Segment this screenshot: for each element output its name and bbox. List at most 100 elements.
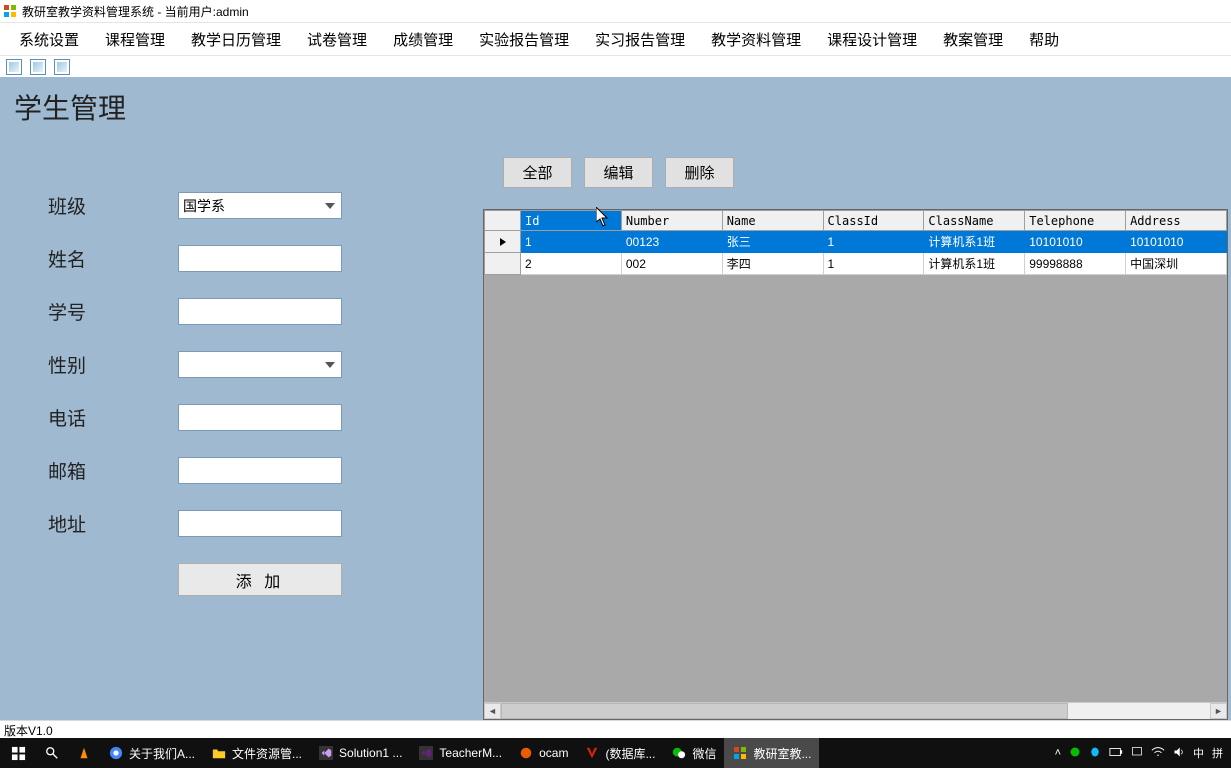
app-icon [732, 745, 748, 761]
address-input[interactable] [178, 510, 342, 537]
vlc-icon [76, 745, 92, 761]
row-pointer-icon [500, 238, 506, 246]
tray-volume-icon[interactable] [1173, 746, 1185, 761]
label-email: 邮箱 [48, 457, 178, 484]
scroll-thumb[interactable] [501, 703, 1068, 719]
cell-classid[interactable]: 1 [823, 231, 924, 253]
taskbar-vlc[interactable] [68, 738, 100, 768]
cell-telephone[interactable]: 10101010 [1025, 231, 1126, 253]
cell-address[interactable]: 10101010 [1126, 231, 1227, 253]
cell-number[interactable]: 00123 [621, 231, 722, 253]
cell-name[interactable]: 李四 [722, 253, 823, 275]
start-button[interactable] [0, 738, 36, 768]
col-classname[interactable]: ClassName [924, 211, 1025, 231]
name-input[interactable] [178, 245, 342, 272]
grid-corner[interactable] [485, 211, 521, 231]
ocam-icon [518, 745, 534, 761]
menu-help[interactable]: 帮助 [1016, 23, 1072, 55]
cell-classname[interactable]: 计算机系1班 [924, 231, 1025, 253]
taskbar: 关于我们A... 文件资源管... Solution1 ... TeacherM… [0, 738, 1231, 768]
scroll-track[interactable] [501, 703, 1210, 719]
cell-classid[interactable]: 1 [823, 253, 924, 275]
menu-course-design[interactable]: 课程设计管理 [814, 23, 930, 55]
tray-battery-icon[interactable] [1109, 747, 1123, 760]
menu-course-management[interactable]: 课程管理 [92, 23, 178, 55]
col-name[interactable]: Name [722, 211, 823, 231]
toolbar-icon-3[interactable] [54, 59, 70, 75]
label-sno: 学号 [48, 298, 178, 325]
status-version: 版本V1.0 [4, 724, 53, 738]
taskbar-wechat[interactable]: 微信 [663, 738, 724, 768]
taskbar-search[interactable] [36, 738, 68, 768]
row-indicator [485, 231, 521, 253]
all-button[interactable]: 全部 [503, 157, 572, 188]
table-row[interactable]: 1 00123 张三 1 计算机系1班 10101010 10101010 [485, 231, 1227, 253]
horizontal-scrollbar[interactable]: ◄ ► [484, 702, 1227, 719]
taskbar-current-app[interactable]: 教研室教... [724, 738, 819, 768]
right-panel: 全部 编辑 删除 Id Number Name ClassId Class [483, 136, 1231, 720]
scroll-left-arrow[interactable]: ◄ [484, 703, 501, 719]
taskbar-explorer[interactable]: 文件资源管... [203, 738, 310, 768]
phone-input[interactable] [178, 404, 342, 431]
menu-internship-report[interactable]: 实习报告管理 [582, 23, 698, 55]
chrome-icon [108, 745, 124, 761]
edit-button[interactable]: 编辑 [584, 157, 653, 188]
cell-address[interactable]: 中国深圳 [1126, 253, 1227, 275]
icon-toolbar [0, 55, 1231, 77]
window-titlebar: 教研室教学资料管理系统 - 当前用户:admin [0, 0, 1231, 22]
gender-select[interactable] [178, 351, 342, 378]
scroll-right-arrow[interactable]: ► [1210, 703, 1227, 719]
tray-wifi-icon[interactable] [1151, 746, 1165, 761]
toolbar-icon-1[interactable] [6, 59, 22, 75]
cell-telephone[interactable]: 99998888 [1025, 253, 1126, 275]
col-id[interactable]: Id [521, 211, 622, 231]
tray-ime-mode[interactable]: 拼 [1212, 745, 1223, 761]
menu-teaching-material[interactable]: 教学资料管理 [698, 23, 814, 55]
cell-name[interactable]: 张三 [722, 231, 823, 253]
col-classid[interactable]: ClassId [823, 211, 924, 231]
tray-ime-lang[interactable]: 中 [1193, 745, 1204, 761]
row-indicator [485, 253, 521, 275]
cell-id[interactable]: 1 [521, 231, 622, 253]
cell-number[interactable]: 002 [621, 253, 722, 275]
tray-qq-icon[interactable] [1089, 746, 1101, 761]
email-input[interactable] [178, 457, 342, 484]
taskbar-chrome[interactable]: 关于我们A... [100, 738, 203, 768]
menu-grade-management[interactable]: 成绩管理 [380, 23, 466, 55]
taskbar-ocam[interactable]: ocam [510, 738, 576, 768]
col-number[interactable]: Number [621, 211, 722, 231]
label-address: 地址 [48, 510, 178, 537]
cell-classname[interactable]: 计算机系1班 [924, 253, 1025, 275]
window-title: 教研室教学资料管理系统 - 当前用户:admin [22, 3, 249, 20]
taskbar-vs1[interactable]: Solution1 ... [310, 738, 410, 768]
delete-button[interactable]: 删除 [665, 157, 734, 188]
col-address[interactable]: Address [1126, 211, 1227, 231]
page-title: 学生管理 [14, 87, 126, 127]
grid-header-row: Id Number Name ClassId ClassName Telepho… [485, 211, 1227, 231]
taskbar-virtual[interactable]: (数据库... [576, 738, 663, 768]
cell-id[interactable]: 2 [521, 253, 622, 275]
taskbar-vs2[interactable]: TeacherM... [410, 738, 510, 768]
add-button[interactable]: 添 加 [178, 563, 342, 596]
menu-teaching-calendar[interactable]: 教学日历管理 [178, 23, 294, 55]
menu-experiment-report[interactable]: 实验报告管理 [466, 23, 582, 55]
class-select[interactable]: 国学系 [178, 192, 342, 219]
system-tray[interactable]: ˄ 中 拼 [1047, 738, 1231, 768]
tray-action-center-icon[interactable] [1131, 746, 1143, 761]
tray-chevron-icon[interactable]: ˄ [1055, 747, 1061, 759]
col-telephone[interactable]: Telephone [1025, 211, 1126, 231]
menu-lesson-plan[interactable]: 教案管理 [930, 23, 1016, 55]
label-gender: 性别 [48, 351, 178, 378]
status-bar: 版本V1.0 [0, 720, 1231, 738]
menu-exam-management[interactable]: 试卷管理 [294, 23, 380, 55]
content-area: 班级 国学系 姓名 学号 性别 电话 邮箱 地址 [0, 136, 1231, 720]
data-grid[interactable]: Id Number Name ClassId ClassName Telepho… [483, 209, 1228, 720]
app-icon [2, 3, 18, 19]
table-row[interactable]: 2 002 李四 1 计算机系1班 99998888 中国深圳 [485, 253, 1227, 275]
label-class: 班级 [48, 192, 178, 219]
menu-system-settings[interactable]: 系统设置 [6, 23, 92, 55]
sno-input[interactable] [178, 298, 342, 325]
search-icon [44, 745, 60, 761]
toolbar-icon-2[interactable] [30, 59, 46, 75]
tray-wechat-icon[interactable] [1069, 746, 1081, 761]
